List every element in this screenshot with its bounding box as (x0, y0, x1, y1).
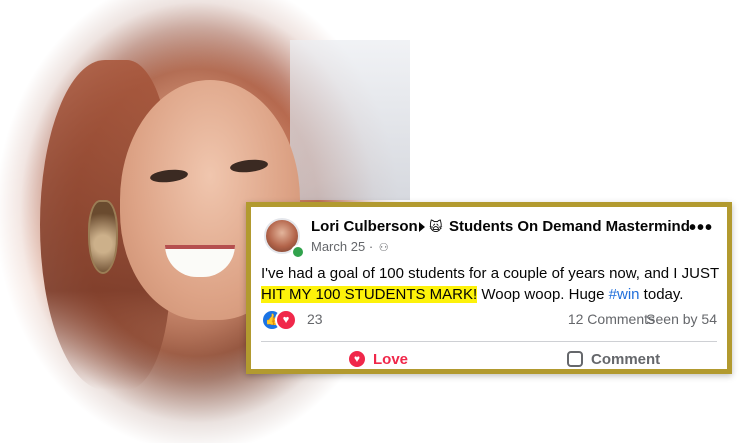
heart-icon: ♥ (349, 351, 365, 367)
comment-label: Comment (591, 350, 661, 368)
love-button[interactable]: ♥ Love (349, 347, 408, 371)
comment-button[interactable]: Comment (567, 347, 660, 371)
group-name[interactable]: Students On Demand Mastermind (449, 218, 690, 235)
group-emoji-icon: 🙀 (429, 219, 443, 234)
more-options-icon[interactable]: ••• (689, 218, 713, 238)
post-actions: ♥ Love Comment (261, 347, 717, 371)
background-window (290, 40, 410, 200)
earring (88, 200, 118, 274)
post-text-start: I've had a goal of 100 students for a co… (261, 265, 719, 282)
post-text-middle: Woop woop. Huge (477, 286, 609, 303)
post-meta: March 25 · ⚇ (311, 239, 389, 254)
post-text: I've had a goal of 100 students for a co… (261, 263, 731, 305)
reaction-count[interactable]: 23 (307, 311, 323, 327)
comments-count[interactable]: 12 Comments (568, 311, 655, 327)
group-privacy-icon: ⚇ (378, 242, 389, 254)
highlighted-text: HIT MY 100 STUDENTS MARK! (261, 286, 478, 303)
comment-icon (567, 351, 583, 367)
seen-count[interactable]: Seen by 54 (646, 311, 717, 327)
post-card: Lori Culberson 🙀 Students On Demand Mast… (246, 202, 732, 374)
post-text-end: today. (639, 286, 684, 303)
hashtag-link[interactable]: #win (609, 286, 640, 303)
love-reaction-icon[interactable]: ♥ (275, 309, 297, 331)
right-arrow-icon (419, 222, 425, 232)
post-stats: 👍 ♥ 23 12 Comments Seen by 54 (261, 309, 717, 331)
author-name[interactable]: Lori Culberson (311, 218, 418, 235)
online-status-icon (291, 245, 305, 259)
post-date[interactable]: March 25 (311, 239, 365, 254)
divider (261, 341, 717, 342)
love-label: Love (373, 350, 409, 368)
meta-separator: · (368, 239, 374, 254)
post-header: Lori Culberson 🙀 Students On Demand Mast… (261, 215, 717, 259)
